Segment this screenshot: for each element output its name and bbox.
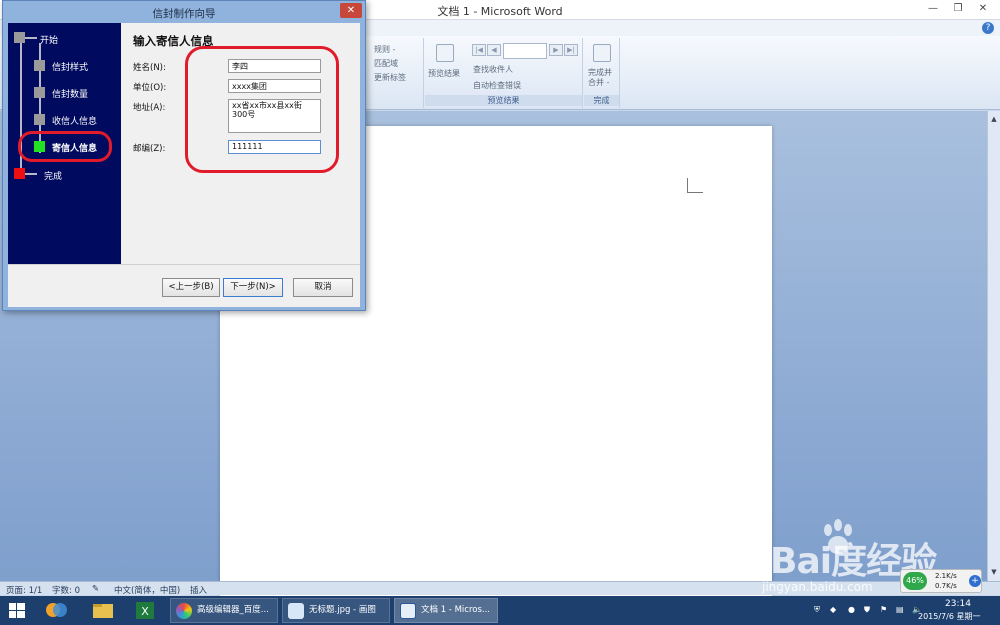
preview-results-icon bbox=[436, 44, 454, 62]
windows-start-icon[interactable] bbox=[4, 599, 30, 622]
step-finish[interactable]: 完成 bbox=[44, 169, 62, 182]
finish-merge-icon bbox=[593, 44, 611, 62]
help-icon[interactable]: ? bbox=[982, 22, 994, 34]
vertical-scrollbar[interactable]: ▲ ▼ bbox=[987, 111, 1000, 581]
browser-app-icon[interactable] bbox=[40, 599, 74, 622]
minimize-icon[interactable]: — bbox=[920, 1, 946, 17]
network-monitor[interactable]: 46% 2.1K/s 0.7K/s + bbox=[900, 569, 982, 593]
security-icon[interactable]: ◆ bbox=[830, 605, 836, 614]
scroll-up-icon[interactable]: ▲ bbox=[989, 114, 999, 124]
page-count[interactable]: 页面: 1/1 bbox=[6, 584, 42, 596]
first-record-icon[interactable]: |◀ bbox=[472, 44, 486, 56]
task-label: 文档 1 - Micros... bbox=[421, 605, 490, 615]
address-label: 地址(A): bbox=[133, 103, 166, 113]
next-record-icon[interactable]: ▶ bbox=[549, 44, 563, 56]
plus-icon[interactable]: + bbox=[969, 575, 981, 587]
name-label: 姓名(N): bbox=[133, 63, 166, 73]
dialog-divider bbox=[8, 264, 360, 265]
memory-percent: 46% bbox=[903, 572, 927, 590]
task-label: 高级编辑器_百度... bbox=[197, 605, 269, 615]
previous-record-icon[interactable]: ◀ bbox=[487, 44, 501, 56]
match-fields-button[interactable]: 匹配域 bbox=[374, 58, 398, 69]
step-marker bbox=[14, 32, 25, 43]
system-tray: ⛨ ◆ ● ⛊ ⚑ ▤ 🔈 23:14 2015/7/6 星期一 bbox=[800, 596, 1000, 625]
flag-icon[interactable]: ⚑ bbox=[880, 605, 887, 614]
download-speed: 0.7K/s bbox=[935, 582, 957, 590]
ribbon-group-caption: 预览结果 bbox=[425, 95, 582, 106]
clock-time[interactable]: 23:14 bbox=[945, 599, 971, 609]
excel-app-icon[interactable]: X bbox=[128, 599, 162, 622]
ribbon-group-write-fields: 规则 - 匹配域 更新标签 bbox=[360, 38, 424, 108]
step-marker bbox=[34, 114, 45, 125]
taskbar: X 高级编辑器_百度... 无标题.jpg - 画图 文档 1 - Micros… bbox=[0, 596, 1000, 625]
taskbar-task-paint[interactable]: 无标题.jpg - 画图 bbox=[282, 598, 390, 623]
antivirus-icon[interactable]: ⛊ bbox=[864, 605, 870, 615]
cancel-button[interactable]: 取消 bbox=[293, 278, 353, 297]
step-start[interactable]: 开始 bbox=[40, 33, 58, 46]
step-connector bbox=[25, 173, 37, 175]
preview-results-button[interactable]: 预览结果 bbox=[428, 68, 460, 79]
ribbon-group-caption: 完成 bbox=[584, 95, 619, 106]
unit-label: 单位(O): bbox=[133, 83, 167, 93]
taskbar-task-editor[interactable]: 高级编辑器_百度... bbox=[170, 598, 278, 623]
rules-button[interactable]: 规则 - bbox=[374, 44, 395, 55]
text-margin-corner bbox=[687, 178, 703, 193]
shield-icon[interactable]: ⛨ bbox=[814, 605, 820, 615]
finish-merge-button[interactable]: 完成并 合并 - bbox=[588, 68, 612, 88]
word-count[interactable]: 字数: 0 bbox=[52, 584, 80, 596]
auto-check-errors-button[interactable]: 自动检查错误 bbox=[473, 80, 521, 91]
clock-date[interactable]: 2015/7/6 星期一 bbox=[918, 611, 980, 622]
dialog-titlebar[interactable]: 信封制作向导 ✕ bbox=[3, 1, 365, 23]
step-envelope-count[interactable]: 信封数量 bbox=[52, 87, 88, 100]
close-icon[interactable]: ✕ bbox=[970, 1, 996, 17]
upload-speed: 2.1K/s bbox=[935, 572, 957, 580]
language-indicator[interactable]: 中文(简体，中国) bbox=[114, 584, 180, 596]
step-marker bbox=[14, 168, 25, 179]
ribbon-group-finish: 完成并 合并 - 完成 bbox=[584, 38, 620, 108]
word-app-icon bbox=[400, 603, 416, 619]
last-record-icon[interactable]: ▶| bbox=[564, 44, 578, 56]
update-labels-button[interactable]: 更新标签 bbox=[374, 72, 406, 83]
highlight-step-annotation bbox=[18, 131, 112, 162]
network-icon[interactable]: ▤ bbox=[896, 605, 904, 614]
color-wheel-icon bbox=[176, 603, 192, 619]
paw-icon bbox=[824, 519, 852, 554]
step-marker bbox=[34, 60, 45, 71]
proofing-icon[interactable]: ✎ bbox=[92, 584, 99, 594]
taskbar-task-word[interactable]: 文档 1 - Micros... bbox=[394, 598, 498, 623]
record-number-input[interactable] bbox=[503, 43, 547, 59]
step-envelope-style[interactable]: 信封样式 bbox=[52, 60, 88, 73]
step-recipient-info[interactable]: 收信人信息 bbox=[52, 114, 97, 127]
maximize-icon[interactable]: ❐ bbox=[945, 1, 971, 17]
file-explorer-icon[interactable] bbox=[86, 599, 120, 622]
dialog-title: 信封制作向导 bbox=[152, 8, 216, 20]
insert-mode-indicator[interactable]: 插入 bbox=[190, 584, 207, 596]
highlight-form-annotation bbox=[185, 46, 339, 173]
app-tray-icon[interactable]: ● bbox=[848, 605, 855, 614]
ribbon-group-preview: 预览结果 |◀ ◀ ▶ ▶| 查找收件人 自动检查错误 预览结果 bbox=[425, 38, 583, 108]
paint-icon bbox=[288, 603, 304, 619]
next-button[interactable]: 下一步(N)> bbox=[223, 278, 283, 297]
find-recipient-button[interactable]: 查找收件人 bbox=[473, 64, 513, 75]
close-icon[interactable]: ✕ bbox=[340, 3, 362, 18]
step-connector bbox=[25, 37, 37, 39]
step-marker bbox=[34, 87, 45, 98]
zip-label: 邮编(Z): bbox=[133, 144, 166, 154]
back-button[interactable]: <上一步(B) bbox=[162, 278, 220, 297]
task-label: 无标题.jpg - 画图 bbox=[309, 605, 376, 615]
svg-text:X: X bbox=[141, 605, 149, 618]
watermark-url: jingyan.baidu.com bbox=[762, 580, 873, 594]
scroll-down-icon[interactable]: ▼ bbox=[989, 567, 999, 577]
